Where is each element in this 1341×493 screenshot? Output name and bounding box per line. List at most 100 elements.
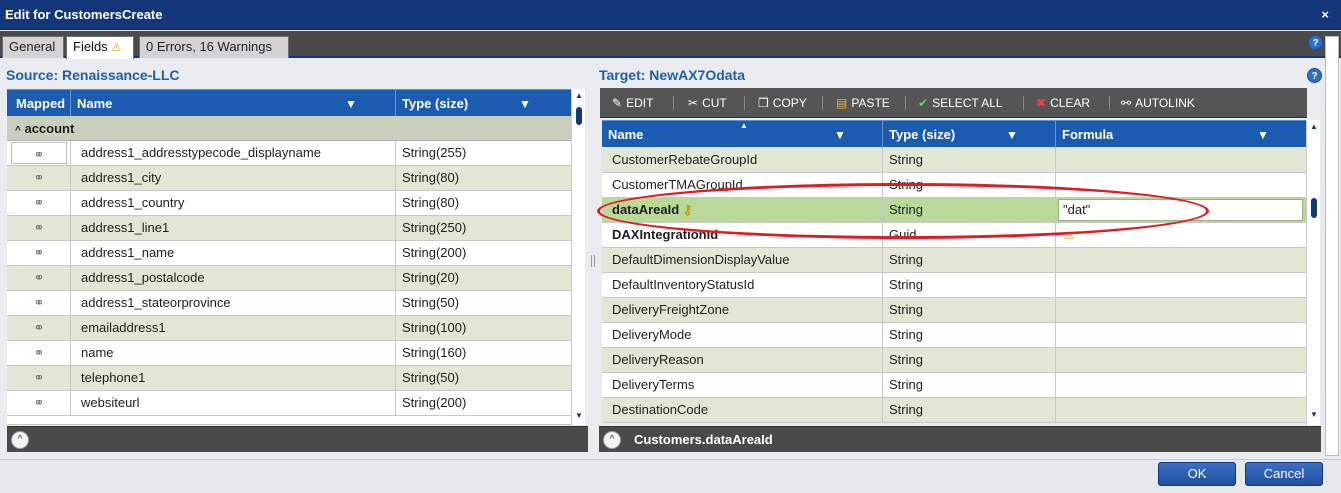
group-label: account [24,121,75,136]
mapped-cell[interactable]: ⚭ [7,366,71,390]
cancel-button[interactable]: Cancel [1245,462,1323,486]
link-icon: ⚭ [33,295,45,310]
table-row[interactable]: DestinationCode String [602,398,1306,423]
formula-cell[interactable] [1056,398,1306,422]
scroll-up-icon[interactable]: ▲ [575,91,583,100]
mapped-cell[interactable]: ⚭ [7,191,71,215]
filter-icon[interactable]: ▼ [345,97,357,111]
link-box[interactable]: ⚭ [11,142,67,164]
table-row[interactable]: ⚭ address1_line1 String(250) [7,216,571,241]
table-row[interactable]: DefaultInventoryStatusId String [602,273,1306,298]
help-icon[interactable]: ? [1308,35,1323,50]
filter-icon[interactable]: ▼ [1006,128,1018,142]
name-cell: DefaultDimensionDisplayValue [602,248,883,272]
name-cell: name [71,341,396,365]
filter-icon[interactable]: ▼ [1257,128,1269,142]
table-row[interactable]: ⚭ address1_city String(80) [7,166,571,191]
scroll-down-icon[interactable]: ▼ [575,411,583,420]
name-text: DefaultDimensionDisplayValue [612,252,790,267]
column-header-type[interactable]: Type (size) [396,90,571,117]
source-scrollbar[interactable]: ▲ ▼ [571,89,585,425]
table-row[interactable]: ⚭ name String(160) [7,341,571,366]
x-icon: ✖ [1036,96,1047,110]
tab-errors-label: 0 Errors, 16 Warnings [146,39,272,54]
separator [1109,96,1110,110]
table-row-partial [7,416,571,425]
mapped-cell[interactable]: ⚭ [7,391,71,415]
name-cell: address1_stateorprovince [71,291,396,315]
window-titlebar: Edit for CustomersCreate × [0,0,1341,30]
name-cell: DeliveryTerms [602,373,883,397]
table-row[interactable]: ⚭ address1_name String(200) [7,241,571,266]
cut-button[interactable]: ✂ CUT [688,88,727,118]
table-row[interactable]: CustomerRebateGroupId String [602,148,1306,173]
table-row[interactable]: DeliveryReason String [602,348,1306,373]
formula-cell[interactable] [1056,273,1306,297]
scroll-up-icon[interactable]: ▲ [1310,122,1318,131]
tab-general[interactable]: General [2,36,64,58]
edit-label: EDIT [626,96,654,110]
ok-button[interactable]: OK [1158,462,1236,486]
mapped-cell[interactable]: ⚭ [7,266,71,290]
filter-icon[interactable]: ▼ [834,128,846,142]
copy-button[interactable]: ❐ COPY [758,88,807,118]
name-cell: address1_postalcode [71,266,396,290]
mapped-cell[interactable]: ⚭ [7,141,71,165]
link-icon: ⚭ [33,320,45,335]
highlight-oval [597,183,1209,239]
type-cell: String [883,298,1056,322]
table-row[interactable]: DeliveryMode String [602,323,1306,348]
table-row[interactable]: ⚭ address1_postalcode String(20) [7,266,571,291]
select-all-button[interactable]: ✔ SELECT ALL [918,88,1003,118]
table-row[interactable]: DefaultDimensionDisplayValue String [602,248,1306,273]
scroll-thumb[interactable] [576,107,582,125]
table-row[interactable]: ⚭ address1_addresstypecode_displayname Str… [7,141,571,166]
filter-icon[interactable]: ▼ [519,97,531,111]
formula-cell[interactable] [1056,298,1306,322]
separator [905,96,906,110]
panel-splitter[interactable] [591,255,595,267]
table-row[interactable]: ⚭ telephone1 String(50) [7,366,571,391]
scroll-thumb[interactable] [1311,198,1317,218]
mapped-cell[interactable]: ⚭ [7,216,71,240]
mapped-cell[interactable]: ⚭ [7,291,71,315]
table-row[interactable]: ⚭ emailaddress1 String(100) [7,316,571,341]
tab-fields[interactable]: Fields ⚠ [66,36,134,59]
group-row-account[interactable]: ^ account [7,116,571,141]
name-text: DeliveryMode [612,327,692,342]
mapped-cell[interactable]: ⚭ [7,166,71,190]
formula-cell[interactable] [1056,248,1306,272]
target-scrollbar[interactable]: ▲ ▼ [1306,120,1320,425]
table-row[interactable]: ⚭ address1_stateorprovince String(50) [7,291,571,316]
tab-errors-warnings[interactable]: 0 Errors, 16 Warnings [139,36,289,58]
table-row[interactable]: DeliveryFreightZone String [602,298,1306,323]
window-scrollbar[interactable] [1325,36,1339,456]
formula-cell[interactable] [1056,323,1306,347]
mapped-cell[interactable]: ⚭ [7,241,71,265]
type-cell: String [883,323,1056,347]
help-icon[interactable]: ? [1307,68,1322,83]
expand-up-icon[interactable]: ^ [11,431,29,449]
edit-button[interactable]: ✎ EDIT [612,88,653,118]
column-header-formula-label: Formula [1062,127,1114,142]
scroll-down-icon[interactable]: ▼ [1310,410,1318,419]
column-header-type[interactable]: Type (size) [883,121,1056,148]
formula-cell[interactable] [1056,148,1306,172]
collapse-icon[interactable]: ^ [15,125,21,136]
close-icon[interactable]: × [1321,0,1329,30]
formula-cell[interactable] [1056,348,1306,372]
table-row[interactable]: ⚭ websiteurl String(200) [7,391,571,416]
table-row[interactable]: DeliveryTerms String [602,373,1306,398]
table-row[interactable]: ⚭ address1_country String(80) [7,191,571,216]
type-cell: String [883,273,1056,297]
mapped-cell[interactable]: ⚭ [7,316,71,340]
warning-icon: ⚠ [111,42,122,54]
column-header-mapped[interactable]: Mapped [7,90,71,117]
formula-cell[interactable] [1056,373,1306,397]
paste-button[interactable]: ▤ PASTE [836,88,890,118]
clear-button[interactable]: ✖ CLEAR [1036,88,1090,118]
mapped-cell[interactable]: ⚭ [7,341,71,365]
autolink-button[interactable]: ⚯ AUTOLINK [1121,88,1195,118]
name-text: DefaultInventoryStatusId [612,277,755,292]
expand-up-icon[interactable]: ^ [603,431,621,449]
